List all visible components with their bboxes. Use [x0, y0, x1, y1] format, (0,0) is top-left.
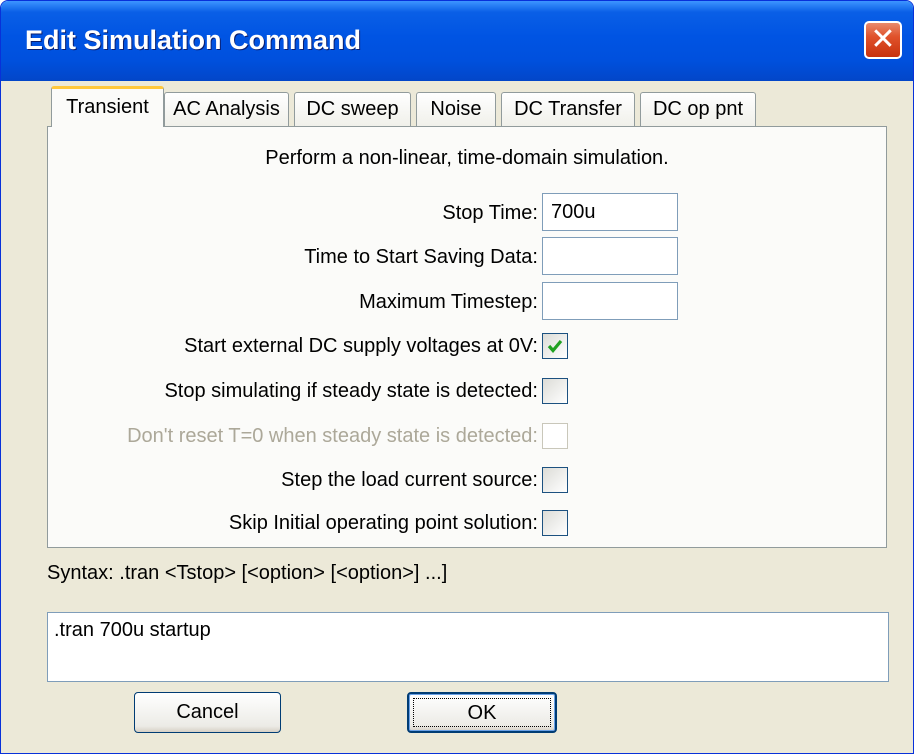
cancel-button[interactable]: Cancel — [134, 692, 281, 733]
title-bar[interactable]: Edit Simulation Command ✕ — [1, 1, 913, 81]
stop-time-label: Stop Time: — [442, 202, 538, 224]
edit-simulation-dialog: Edit Simulation Command ✕ Transient AC A… — [0, 0, 914, 754]
ok-button[interactable]: OK — [407, 692, 557, 733]
tab-transient[interactable]: Transient — [51, 86, 164, 127]
max-timestep-label: Maximum Timestep: — [359, 291, 538, 313]
start-dc-supply-checkbox[interactable] — [542, 333, 568, 359]
stop-time-input[interactable]: 700u — [542, 193, 678, 231]
close-button[interactable]: ✕ — [864, 21, 902, 59]
skip-op-point-checkbox[interactable] — [542, 510, 568, 536]
start-saving-label: Time to Start Saving Data: — [304, 246, 538, 268]
dont-reset-checkbox — [542, 423, 568, 449]
command-textbox[interactable]: .tran 700u startup — [47, 612, 889, 682]
skip-op-point-label: Skip Initial operating point solution: — [228, 512, 538, 534]
tab-dc-transfer[interactable]: DC Transfer — [501, 92, 635, 126]
stop-steady-state-label: Stop simulating if steady state is detec… — [164, 380, 538, 402]
close-icon: ✕ — [870, 23, 896, 56]
dialog-title: Edit Simulation Command — [25, 25, 362, 55]
checkmark-icon — [547, 339, 563, 353]
step-load-current-label: Step the load current source: — [281, 469, 538, 491]
step-load-current-checkbox[interactable] — [542, 467, 568, 493]
start-saving-input[interactable] — [542, 237, 678, 275]
transient-panel: Perform a non-linear, time-domain simula… — [47, 126, 887, 548]
tab-noise[interactable]: Noise — [416, 92, 496, 126]
max-timestep-input[interactable] — [542, 282, 678, 320]
tab-dc-sweep[interactable]: DC sweep — [294, 92, 411, 126]
focus-ring — [413, 698, 551, 727]
stop-steady-state-checkbox[interactable] — [542, 378, 568, 404]
panel-description: Perform a non-linear, time-domain simula… — [265, 147, 669, 169]
start-dc-supply-label: Start external DC supply voltages at 0V: — [184, 335, 538, 357]
tab-ac-analysis[interactable]: AC Analysis — [164, 92, 289, 126]
syntax-hint: Syntax: .tran <Tstop> [<option> [<option… — [47, 562, 448, 584]
dont-reset-label: Don't reset T=0 when steady state is det… — [127, 425, 538, 447]
tab-dc-op-pnt[interactable]: DC op pnt — [640, 92, 756, 126]
